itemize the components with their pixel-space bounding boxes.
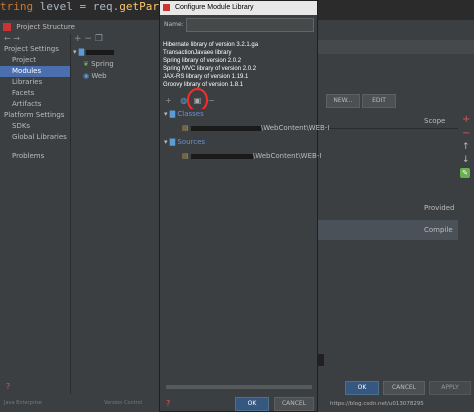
code-keyword: tring — [0, 0, 34, 13]
spring-leaf-icon: ❦ — [83, 60, 89, 68]
classes-path-suffix: \WebContent\WEB-I — [260, 124, 330, 132]
plus-icon[interactable]: + — [74, 34, 82, 44]
sources-path-suffix: \WebContent\WEB-I — [252, 152, 322, 160]
sources-node[interactable]: ▾ ▇ Sources — [164, 137, 314, 147]
arrow-down-icon[interactable]: ↓ — [462, 155, 470, 165]
sources-label: Sources — [177, 138, 206, 146]
ps-ok-button[interactable]: OK — [345, 381, 379, 395]
dialog-cancel-button[interactable]: CANCEL — [274, 397, 314, 411]
redacted-module-name — [86, 49, 115, 55]
name-input[interactable] — [186, 18, 314, 32]
settings-nav: ← → Project Settings Project Modules Lib… — [0, 34, 71, 394]
help-icon[interactable]: ? — [6, 382, 10, 391]
tree-spring-label: Spring — [91, 60, 114, 68]
nav-item-artifacts[interactable]: Artifacts — [0, 99, 70, 110]
folder-icon: ▇ — [169, 110, 176, 118]
add-dependency-icon[interactable]: + — [462, 114, 470, 125]
dialog-ok-button[interactable]: OK — [235, 397, 269, 411]
module-tree: + − ❐ ▾ ▇ ❦ Spring ◉ Web — [71, 34, 159, 394]
chevron-down-icon: ▾ — [73, 48, 77, 56]
tree-row-spring[interactable]: ❦ Spring — [71, 58, 159, 70]
arrow-up-icon[interactable]: ↑ — [462, 142, 470, 152]
ps-apply-button[interactable]: APPLY — [429, 381, 471, 395]
sources-path-row[interactable]: ▤ \WebContent\WEB-I — [164, 151, 321, 161]
nav-section-project-settings: Project Settings — [4, 45, 59, 53]
nav-item-facets[interactable]: Facets — [0, 88, 70, 99]
project-structure-titlebar: Project Structure — [0, 20, 158, 34]
status-java-enterprise[interactable]: Java Enterprise — [4, 400, 42, 406]
library-item[interactable]: Groovy library of version 1.8.1 — [163, 81, 315, 89]
module-details-panel: NEW... EDIT Scope + − ↑ ↓ ✎ Provided Com… — [318, 54, 474, 394]
configure-module-library-dialog: Configure Module Library Name: Hibernate… — [159, 0, 329, 412]
nav-back-forward-icon[interactable]: ← → — [0, 34, 70, 44]
nav-item-global-libraries[interactable]: Global Libraries — [0, 132, 70, 143]
status-version-control[interactable]: Version Control — [104, 400, 142, 406]
dependencies-header: Scope — [318, 114, 458, 129]
nav-item-project[interactable]: Project — [0, 55, 70, 66]
dialog-help-icon[interactable]: ? — [166, 399, 170, 408]
scroll-thumb[interactable] — [318, 354, 324, 366]
minus-icon[interactable]: − — [208, 96, 215, 105]
nav-item-libraries[interactable]: Libraries — [0, 77, 70, 88]
dialog-title: Configure Module Library — [174, 4, 254, 11]
library-item[interactable]: Hibernate library of version 3.2.1.ga — [163, 41, 315, 49]
roots-tree: ▾ ▇ Classes ▤ \WebContent\WEB-I ▾ ▇ Sour… — [164, 109, 329, 389]
tree-row-module[interactable]: ▾ ▇ — [71, 46, 159, 58]
library-item[interactable]: JAX-RS library of version 1.19.1 — [163, 73, 315, 81]
folder-icon: ▇ — [169, 138, 176, 146]
library-list: Hibernate library of version 3.2.1.ga Tr… — [163, 41, 315, 89]
remove-dependency-icon[interactable]: − — [462, 128, 470, 139]
plus-icon[interactable]: + — [165, 96, 172, 105]
dependency-row-selected[interactable]: Compile — [318, 220, 458, 240]
watermark-text: https://blog.csdn.net/u013078295 — [330, 401, 424, 407]
classes-node[interactable]: ▾ ▇ Classes — [164, 109, 314, 119]
library-item[interactable]: TransactionJavaee library — [163, 49, 315, 57]
redacted-path — [190, 153, 253, 159]
app-icon — [3, 23, 11, 31]
dialog-app-icon — [163, 3, 170, 11]
library-item[interactable]: Spring library of version 2.0.2 — [163, 57, 315, 65]
jar-icon: ▤ — [182, 152, 189, 160]
code-variable: level — [39, 0, 73, 13]
jar-icon: ▤ — [182, 124, 189, 132]
copy-icon[interactable]: ❐ — [95, 34, 103, 44]
minus-icon[interactable]: − — [84, 34, 92, 44]
edit-button[interactable]: EDIT — [362, 94, 396, 108]
chevron-down-icon: ▾ — [164, 110, 168, 118]
classes-label: Classes — [177, 110, 204, 118]
tree-web-label: Web — [91, 72, 107, 80]
nav-item-sdks[interactable]: SDKs — [0, 121, 70, 132]
project-structure-title: Project Structure — [16, 23, 75, 31]
name-label: Name: — [164, 21, 184, 28]
ps-cancel-button[interactable]: CANCEL — [383, 381, 425, 395]
redacted-path — [190, 125, 261, 131]
library-item[interactable]: Spring MVC library of version 2.0.2 — [163, 65, 315, 73]
tree-toolbar: + − ❐ — [71, 34, 159, 46]
pencil-icon[interactable]: ✎ — [460, 168, 470, 178]
scope-compile[interactable]: Compile — [424, 226, 453, 234]
chevron-down-icon: ▾ — [164, 138, 168, 146]
nav-item-problems[interactable]: Problems — [0, 151, 70, 162]
code-eq: = — [79, 0, 87, 13]
dialog-titlebar: Configure Module Library — [160, 1, 317, 15]
horizontal-scrollbar[interactable] — [166, 385, 312, 389]
scope-header: Scope — [424, 117, 446, 125]
code-object: req. — [92, 0, 120, 13]
folder-icon: ▇ — [78, 48, 85, 56]
tree-row-web[interactable]: ◉ Web — [71, 70, 159, 82]
scope-provided[interactable]: Provided — [424, 204, 454, 212]
nav-section-platform-settings: Platform Settings — [4, 111, 65, 119]
classes-path-row[interactable]: ▤ \WebContent\WEB-I — [164, 123, 329, 133]
name-field-bar[interactable] — [318, 40, 474, 54]
web-icon: ◉ — [83, 72, 90, 80]
new-button[interactable]: NEW... — [326, 94, 360, 108]
nav-item-modules[interactable]: Modules — [0, 66, 70, 77]
